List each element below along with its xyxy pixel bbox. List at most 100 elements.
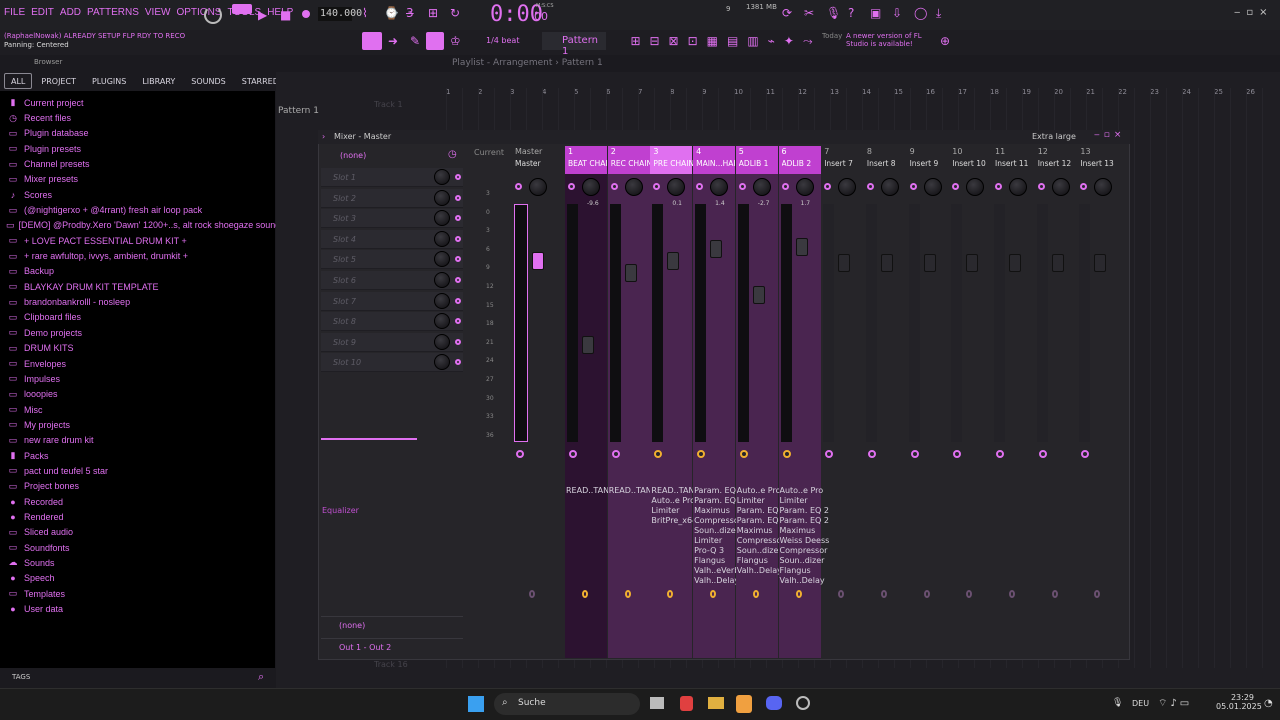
browser-item[interactable]: ▭ My projects <box>6 417 276 432</box>
strip-header[interactable]: 5 ADLIB 1 <box>735 146 778 174</box>
browser-item[interactable]: ▭ Project bones <box>6 479 276 494</box>
menu-patterns[interactable]: PATTERNS <box>87 7 139 18</box>
fx-enable-led[interactable] <box>910 450 919 458</box>
volume-fader[interactable] <box>532 252 544 270</box>
slot-mix-knob[interactable] <box>434 354 450 371</box>
strip-header[interactable]: 1 BEAT CHAIN <box>565 146 608 174</box>
slot-mix-knob[interactable] <box>434 272 450 288</box>
volume-fader[interactable] <box>1051 254 1064 272</box>
fx-slot-name[interactable]: Valh..Delay <box>780 576 825 586</box>
route-led[interactable] <box>696 183 704 190</box>
pan-knob[interactable] <box>1094 178 1113 196</box>
insert-strip[interactable]: 2 REC CHAIN READ..TANT <box>607 146 657 658</box>
fx-enable-led[interactable] <box>1038 450 1047 458</box>
settings-icon[interactable] <box>796 696 810 710</box>
fx-slot-name[interactable]: Compressor <box>694 516 742 526</box>
pan-knob[interactable] <box>529 178 547 196</box>
insert-strip[interactable]: 1 BEAT CHAIN -9.6 READ..TANT <box>565 146 614 658</box>
route-led[interactable] <box>653 183 661 190</box>
search-icon[interactable]: ⌕ <box>258 670 264 684</box>
browser-item[interactable]: ♪ Scores <box>6 187 276 202</box>
slot-mix-knob[interactable] <box>434 333 450 350</box>
tab-project[interactable]: PROJECT <box>34 73 83 89</box>
browser-item[interactable]: ▭ BLAYKAY DRUM KIT TEMPLATE <box>6 279 276 294</box>
fx-slot-name[interactable]: Maximus <box>780 526 822 536</box>
language-indicator[interactable]: DEU <box>1132 699 1149 708</box>
browser-item[interactable]: ▭ Channel presets <box>6 156 276 171</box>
insert-strip[interactable]: 12 Insert 12 <box>1035 146 1077 658</box>
send-knob[interactable] <box>752 590 759 598</box>
menu-add[interactable]: ADD <box>60 7 81 18</box>
fx-slot-name[interactable]: READ..TANT <box>609 486 657 496</box>
master-strip[interactable]: Master Master <box>512 146 554 658</box>
volume-fader[interactable] <box>838 254 851 272</box>
send-knob[interactable] <box>624 590 631 598</box>
output-select[interactable]: Out 1 - Out 2 <box>321 638 463 654</box>
mixer-titlebar[interactable]: › Mixer - Master Extra large ‒▫× <box>318 130 1130 144</box>
browser-item[interactable]: ▭ looopies <box>6 387 276 402</box>
slot-mix-knob[interactable] <box>434 251 450 268</box>
slot-enable-led[interactable] <box>455 256 461 263</box>
system-tray-icons[interactable]: ⌔♪▭ <box>1158 697 1192 710</box>
fx-slot-name[interactable]: Flangus <box>737 556 779 566</box>
browser-item[interactable]: ▭ Envelopes <box>6 356 276 371</box>
send-knob[interactable] <box>710 590 717 598</box>
send-knob[interactable] <box>795 590 802 598</box>
strip-header[interactable]: 11 Insert 11 <box>992 146 1034 174</box>
fx-slot-name[interactable]: Weiss Deess <box>780 536 830 546</box>
effect-slot[interactable]: Slot 4 <box>321 229 463 249</box>
route-led[interactable] <box>1037 183 1045 190</box>
fx-slot-name[interactable]: Maximus <box>737 526 779 536</box>
pencil-icon[interactable]: ✎ <box>410 34 420 48</box>
fx-slot-name[interactable]: Pro-Q 3 <box>694 546 736 556</box>
fx-slot-name[interactable]: Flangus <box>694 556 736 566</box>
help-icon[interactable]: ? <box>848 6 854 20</box>
notification-icon[interactable]: ◔ <box>1264 698 1273 709</box>
effect-slot[interactable]: Slot 6 <box>321 271 463 290</box>
pan-knob[interactable] <box>624 178 643 196</box>
browser-item[interactable]: ▭ (@nightigerxo + @4rrant) fresh air loop… <box>6 202 276 217</box>
slot-enable-led[interactable] <box>455 215 461 222</box>
cpu-knob-icon[interactable] <box>204 6 222 24</box>
pan-knob[interactable] <box>1009 178 1027 196</box>
brave-icon[interactable] <box>680 696 693 711</box>
browser-item[interactable]: ▮ Packs <box>6 448 276 463</box>
browser-item[interactable]: ● Speech <box>6 571 276 586</box>
record-icon[interactable] <box>302 10 310 18</box>
fx-slot-name[interactable]: Param. EQ 2 <box>737 506 786 516</box>
route-led[interactable] <box>824 183 832 190</box>
pan-knob[interactable] <box>582 178 600 196</box>
volume-fader[interactable] <box>1094 254 1107 272</box>
microphone-icon[interactable]: 🎙︎ <box>826 6 841 20</box>
effect-slot[interactable]: Slot 2 <box>321 188 463 208</box>
route-led[interactable] <box>909 183 917 190</box>
effect-slot[interactable]: Slot 7 <box>321 291 463 311</box>
mixer-window-controls[interactable]: ‒▫× <box>1094 130 1125 140</box>
explorer-icon[interactable] <box>708 697 724 709</box>
browser-item[interactable]: ▭ [DEMO] @Prodby.Xero 'Dawn' 1200+..s, al… <box>6 218 276 233</box>
strip-header[interactable]: 9 Insert 9 <box>907 146 949 174</box>
fx-slot-name[interactable]: Flangus <box>780 566 822 576</box>
fx-enable-led[interactable] <box>782 450 791 458</box>
browser-item[interactable]: ▭ + rare awfultop, ivvys, ambient, drumki… <box>6 248 276 263</box>
fx-slot-name[interactable]: Auto..e Pro <box>780 486 824 496</box>
clock-icon[interactable]: ◷ <box>448 148 457 162</box>
send-knob[interactable] <box>966 590 973 598</box>
fx-enable-led[interactable] <box>569 450 577 458</box>
news-text[interactable]: A newer version of FL Studio is availabl… <box>846 32 936 48</box>
effect-slot[interactable]: Slot 8 <box>321 312 463 332</box>
stamp-icon[interactable]: ♔ <box>450 34 461 48</box>
fx-slot-name[interactable]: Soun..dizer <box>694 526 739 536</box>
tempo-display[interactable]: 140.000 <box>318 7 362 21</box>
pan-knob[interactable] <box>880 178 899 196</box>
pan-knob[interactable] <box>795 178 814 196</box>
cut-icon[interactable]: ✂ <box>804 6 814 20</box>
insert-strip[interactable]: 7 Insert 7 <box>821 146 863 658</box>
current-label[interactable]: Current <box>474 148 504 157</box>
volume-fader[interactable] <box>923 254 936 272</box>
mixer-preset[interactable]: (none) ◷ <box>322 148 464 164</box>
window-controls[interactable]: ‒▫× <box>1234 7 1274 18</box>
start-icon[interactable] <box>468 696 484 712</box>
pan-knob[interactable] <box>838 178 857 196</box>
browser-item[interactable]: ☁ Sounds <box>6 555 276 570</box>
